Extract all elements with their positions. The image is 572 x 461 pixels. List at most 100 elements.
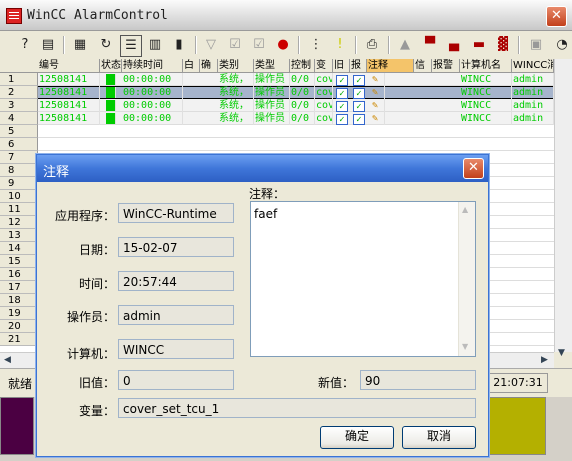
app-field: WinCC-Runtime <box>118 203 234 223</box>
column-header[interactable]: 变 <box>315 59 333 72</box>
table-row[interactable] <box>38 138 554 151</box>
scroll-down-arrow-icon[interactable]: ▼ <box>558 348 565 358</box>
row-number[interactable]: 2 <box>0 86 38 99</box>
checkbox-icon[interactable]: ✓ <box>336 75 348 86</box>
refresh-icon[interactable]: ↻ <box>96 35 116 55</box>
column-header[interactable]: 报 <box>350 59 367 72</box>
ok-button[interactable]: 确定 <box>320 426 394 449</box>
column-header[interactable]: 计算机名 <box>460 59 512 72</box>
alarm-stop-icon[interactable]: ● <box>273 35 293 55</box>
checkbox-icon[interactable]: ✓ <box>353 101 365 112</box>
checkbox-icon[interactable]: ✓ <box>353 75 365 86</box>
first-icon[interactable]: ▲ <box>395 35 415 55</box>
prev-page-icon[interactable]: ▀ <box>420 35 440 55</box>
table-row[interactable] <box>38 125 554 138</box>
purple-block <box>0 397 34 455</box>
dialog-title-bar: 注释 ✕ <box>37 155 488 182</box>
comment-textarea[interactable]: faef ▲ ▼ <box>250 201 476 357</box>
cell-pc: WINCC <box>460 73 512 86</box>
status-ready: 就绪 <box>8 377 33 391</box>
last-icon[interactable]: ▬ <box>469 35 489 55</box>
cell-pc: WINCC <box>460 99 512 112</box>
column-header[interactable]: 状态 <box>100 59 122 72</box>
column-header[interactable]: 类型 <box>254 59 290 72</box>
row-number[interactable]: 13 <box>0 229 38 242</box>
row-number[interactable]: 8 <box>0 164 38 177</box>
clock-icon[interactable]: ◔ <box>552 35 572 55</box>
calendar-icon[interactable]: ▣ <box>526 35 546 55</box>
row-number[interactable]: 12 <box>0 216 38 229</box>
window-icon[interactable]: ▦ <box>70 35 90 55</box>
row-number[interactable]: 16 <box>0 268 38 281</box>
checkbox-icon[interactable]: ✓ <box>336 114 348 125</box>
comment-pencil-icon[interactable]: ✎ <box>371 73 385 86</box>
checkbox-icon[interactable]: ✓ <box>336 101 348 112</box>
filter-dialog-icon[interactable]: ☰ <box>120 35 142 57</box>
row-number[interactable]: 15 <box>0 255 38 268</box>
print-icon[interactable]: ⎙ <box>362 35 382 55</box>
window-title: WinCC AlarmControl <box>27 8 168 23</box>
cell-ctl: 0/0 <box>290 73 315 86</box>
cell-cat: 系统， <box>218 86 254 99</box>
scroll-right-arrow-icon[interactable]: ▶ <box>541 355 548 365</box>
bar-chart-icon[interactable]: ▮ <box>169 35 189 55</box>
column-header[interactable]: 报警 <box>432 59 460 72</box>
row-number[interactable]: 4 <box>0 112 38 125</box>
lock-icon[interactable]: ▓ <box>493 35 513 55</box>
column-header[interactable]: 白 <box>183 59 200 72</box>
column-header[interactable]: 信 <box>414 59 432 72</box>
comment-scroll-up-icon[interactable]: ▲ <box>462 205 468 214</box>
column-header[interactable]: 类别 <box>218 59 254 72</box>
dialog-close-button[interactable]: ✕ <box>463 158 484 179</box>
checkbox-icon[interactable]: ✓ <box>353 114 365 125</box>
row-number[interactable]: 19 <box>0 307 38 320</box>
comment-scroll-down-icon[interactable]: ▼ <box>462 342 468 351</box>
filter-icon[interactable]: ▽ <box>201 35 221 55</box>
row-number[interactable]: 3 <box>0 99 38 112</box>
row-number[interactable]: 7 <box>0 151 38 164</box>
column-header[interactable]: 控制 <box>290 59 315 72</box>
alarm-list-icon[interactable]: ▥ <box>145 35 165 55</box>
comment-label: 注释： <box>249 187 286 201</box>
cancel-button[interactable]: 取消 <box>402 426 476 449</box>
next-page-icon[interactable]: ▄ <box>444 35 464 55</box>
column-header[interactable]: 编号 <box>38 59 100 72</box>
column-header[interactable]: 确 <box>200 59 218 72</box>
comment-pencil-icon[interactable]: ✎ <box>371 86 385 99</box>
row-number[interactable]: 5 <box>0 125 38 138</box>
cell-msg: admin <box>512 73 554 86</box>
help-icon[interactable]: ? <box>15 35 35 55</box>
column-header[interactable]: WINCC消息 <box>512 59 554 72</box>
row-number[interactable]: 1 <box>0 73 38 86</box>
acknowledge-icon[interactable]: ☑ <box>249 35 269 55</box>
column-header[interactable]: 注释 <box>367 59 414 72</box>
select-list-icon[interactable]: ⋮ <box>306 35 326 55</box>
status-icon <box>106 100 116 111</box>
info-icon[interactable]: ! <box>330 35 350 55</box>
row-number[interactable]: 9 <box>0 177 38 190</box>
old-value-label: 旧值： <box>78 376 115 390</box>
row-number[interactable]: 10 <box>0 190 38 203</box>
row-number[interactable]: 6 <box>0 138 38 151</box>
comment-pencil-icon[interactable]: ✎ <box>371 99 385 112</box>
comment-pencil-icon[interactable]: ✎ <box>371 112 385 125</box>
row-number[interactable]: 17 <box>0 281 38 294</box>
row-number[interactable]: 11 <box>0 203 38 216</box>
column-header[interactable]: 持续时间 <box>122 59 183 72</box>
list-icon[interactable]: ▤ <box>38 35 58 55</box>
comment-scrollbar[interactable]: ▲ ▼ <box>458 202 475 356</box>
vertical-scrollbar[interactable]: ▼ <box>554 59 572 358</box>
checkbox-icon[interactable]: ✓ <box>353 88 365 99</box>
checkbox-icon[interactable]: ✓ <box>336 88 348 99</box>
row-number[interactable]: 14 <box>0 242 38 255</box>
row-number[interactable]: 20 <box>0 320 38 333</box>
cell-msg: admin <box>512 99 554 112</box>
row-number[interactable]: 21 <box>0 333 38 346</box>
scroll-left-arrow-icon[interactable]: ◀ <box>4 355 11 365</box>
check-icon[interactable]: ☑ <box>225 35 245 55</box>
row-number[interactable]: 18 <box>0 294 38 307</box>
window-close-button[interactable]: ✕ <box>546 6 567 27</box>
cell-num: 12508141 <box>38 99 100 112</box>
column-header[interactable]: 旧 <box>333 59 350 72</box>
cell-msg: admin <box>512 86 554 99</box>
